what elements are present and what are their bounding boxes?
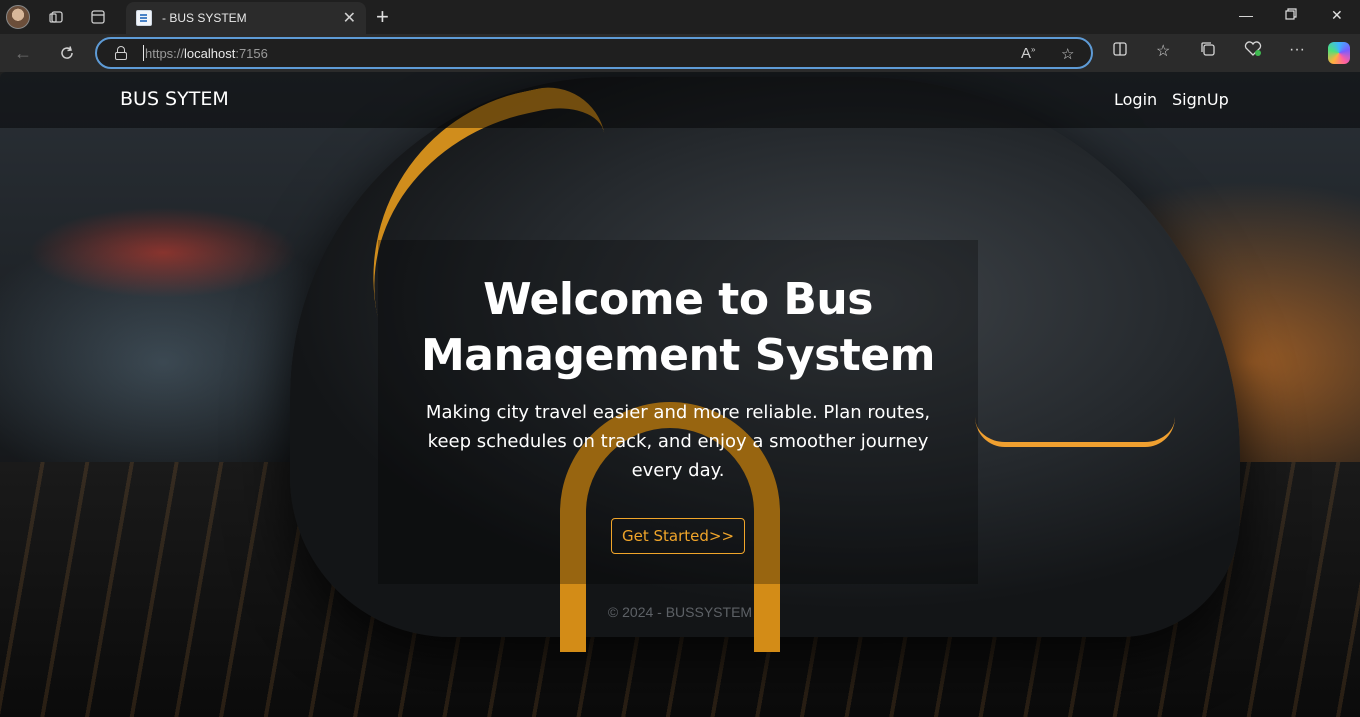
login-link[interactable]: Login: [1114, 90, 1157, 109]
read-aloud-icon[interactable]: A»: [1021, 45, 1035, 62]
refresh-icon[interactable]: [55, 41, 79, 65]
get-started-button[interactable]: Get Started>>: [611, 518, 745, 554]
browser-essentials-icon[interactable]: [1244, 41, 1262, 62]
browser-title-bar: - BUS SYSTEM ✕ + — ✕: [0, 0, 1360, 34]
favorite-icon[interactable]: ☆: [1061, 45, 1074, 63]
close-icon[interactable]: ✕: [343, 8, 356, 28]
more-icon[interactable]: ···: [1289, 41, 1305, 59]
profile-avatar[interactable]: [6, 5, 30, 29]
page-favicon-icon: [136, 10, 152, 26]
hero-subtitle: Making city travel easier and more relia…: [425, 402, 931, 481]
site-navbar: BUS SYTEM Login SignUp: [0, 72, 1360, 128]
page-viewport: BUS SYTEM Login SignUp Welcome to Bus Ma…: [0, 72, 1360, 717]
copilot-icon[interactable]: [1328, 42, 1350, 64]
tab-title: - BUS SYSTEM: [162, 11, 247, 25]
address-bar[interactable]: https://localhost:7156 A» ☆: [95, 37, 1093, 69]
split-screen-icon[interactable]: [1112, 41, 1128, 62]
bus-light-decoration: [975, 417, 1175, 447]
tab-actions-icon[interactable]: [86, 5, 110, 29]
page-footer: © 2024 - BUSSYSTEM: [607, 604, 753, 620]
workspaces-icon[interactable]: [45, 5, 69, 29]
hero-panel: Welcome to Bus Management System Making …: [378, 240, 978, 584]
browser-toolbar: ← https://localhost:7156 A» ☆ ☆ ···: [0, 34, 1360, 72]
signup-link[interactable]: SignUp: [1172, 90, 1229, 109]
back-icon[interactable]: ←: [11, 41, 35, 65]
browser-tab[interactable]: - BUS SYSTEM ✕: [126, 2, 366, 34]
collections-icon[interactable]: [1200, 41, 1216, 62]
favorites-icon[interactable]: ☆: [1156, 41, 1170, 61]
lock-icon[interactable]: [115, 46, 127, 60]
minimize-icon[interactable]: —: [1239, 7, 1253, 23]
site-brand[interactable]: BUS SYTEM: [120, 88, 229, 110]
window-close-icon[interactable]: ✕: [1331, 7, 1343, 24]
restore-icon[interactable]: [1285, 7, 1297, 23]
url-text: https://localhost:7156: [145, 46, 268, 61]
hero-title: Welcome to Bus Management System: [421, 274, 935, 381]
new-tab-icon[interactable]: +: [376, 4, 389, 30]
